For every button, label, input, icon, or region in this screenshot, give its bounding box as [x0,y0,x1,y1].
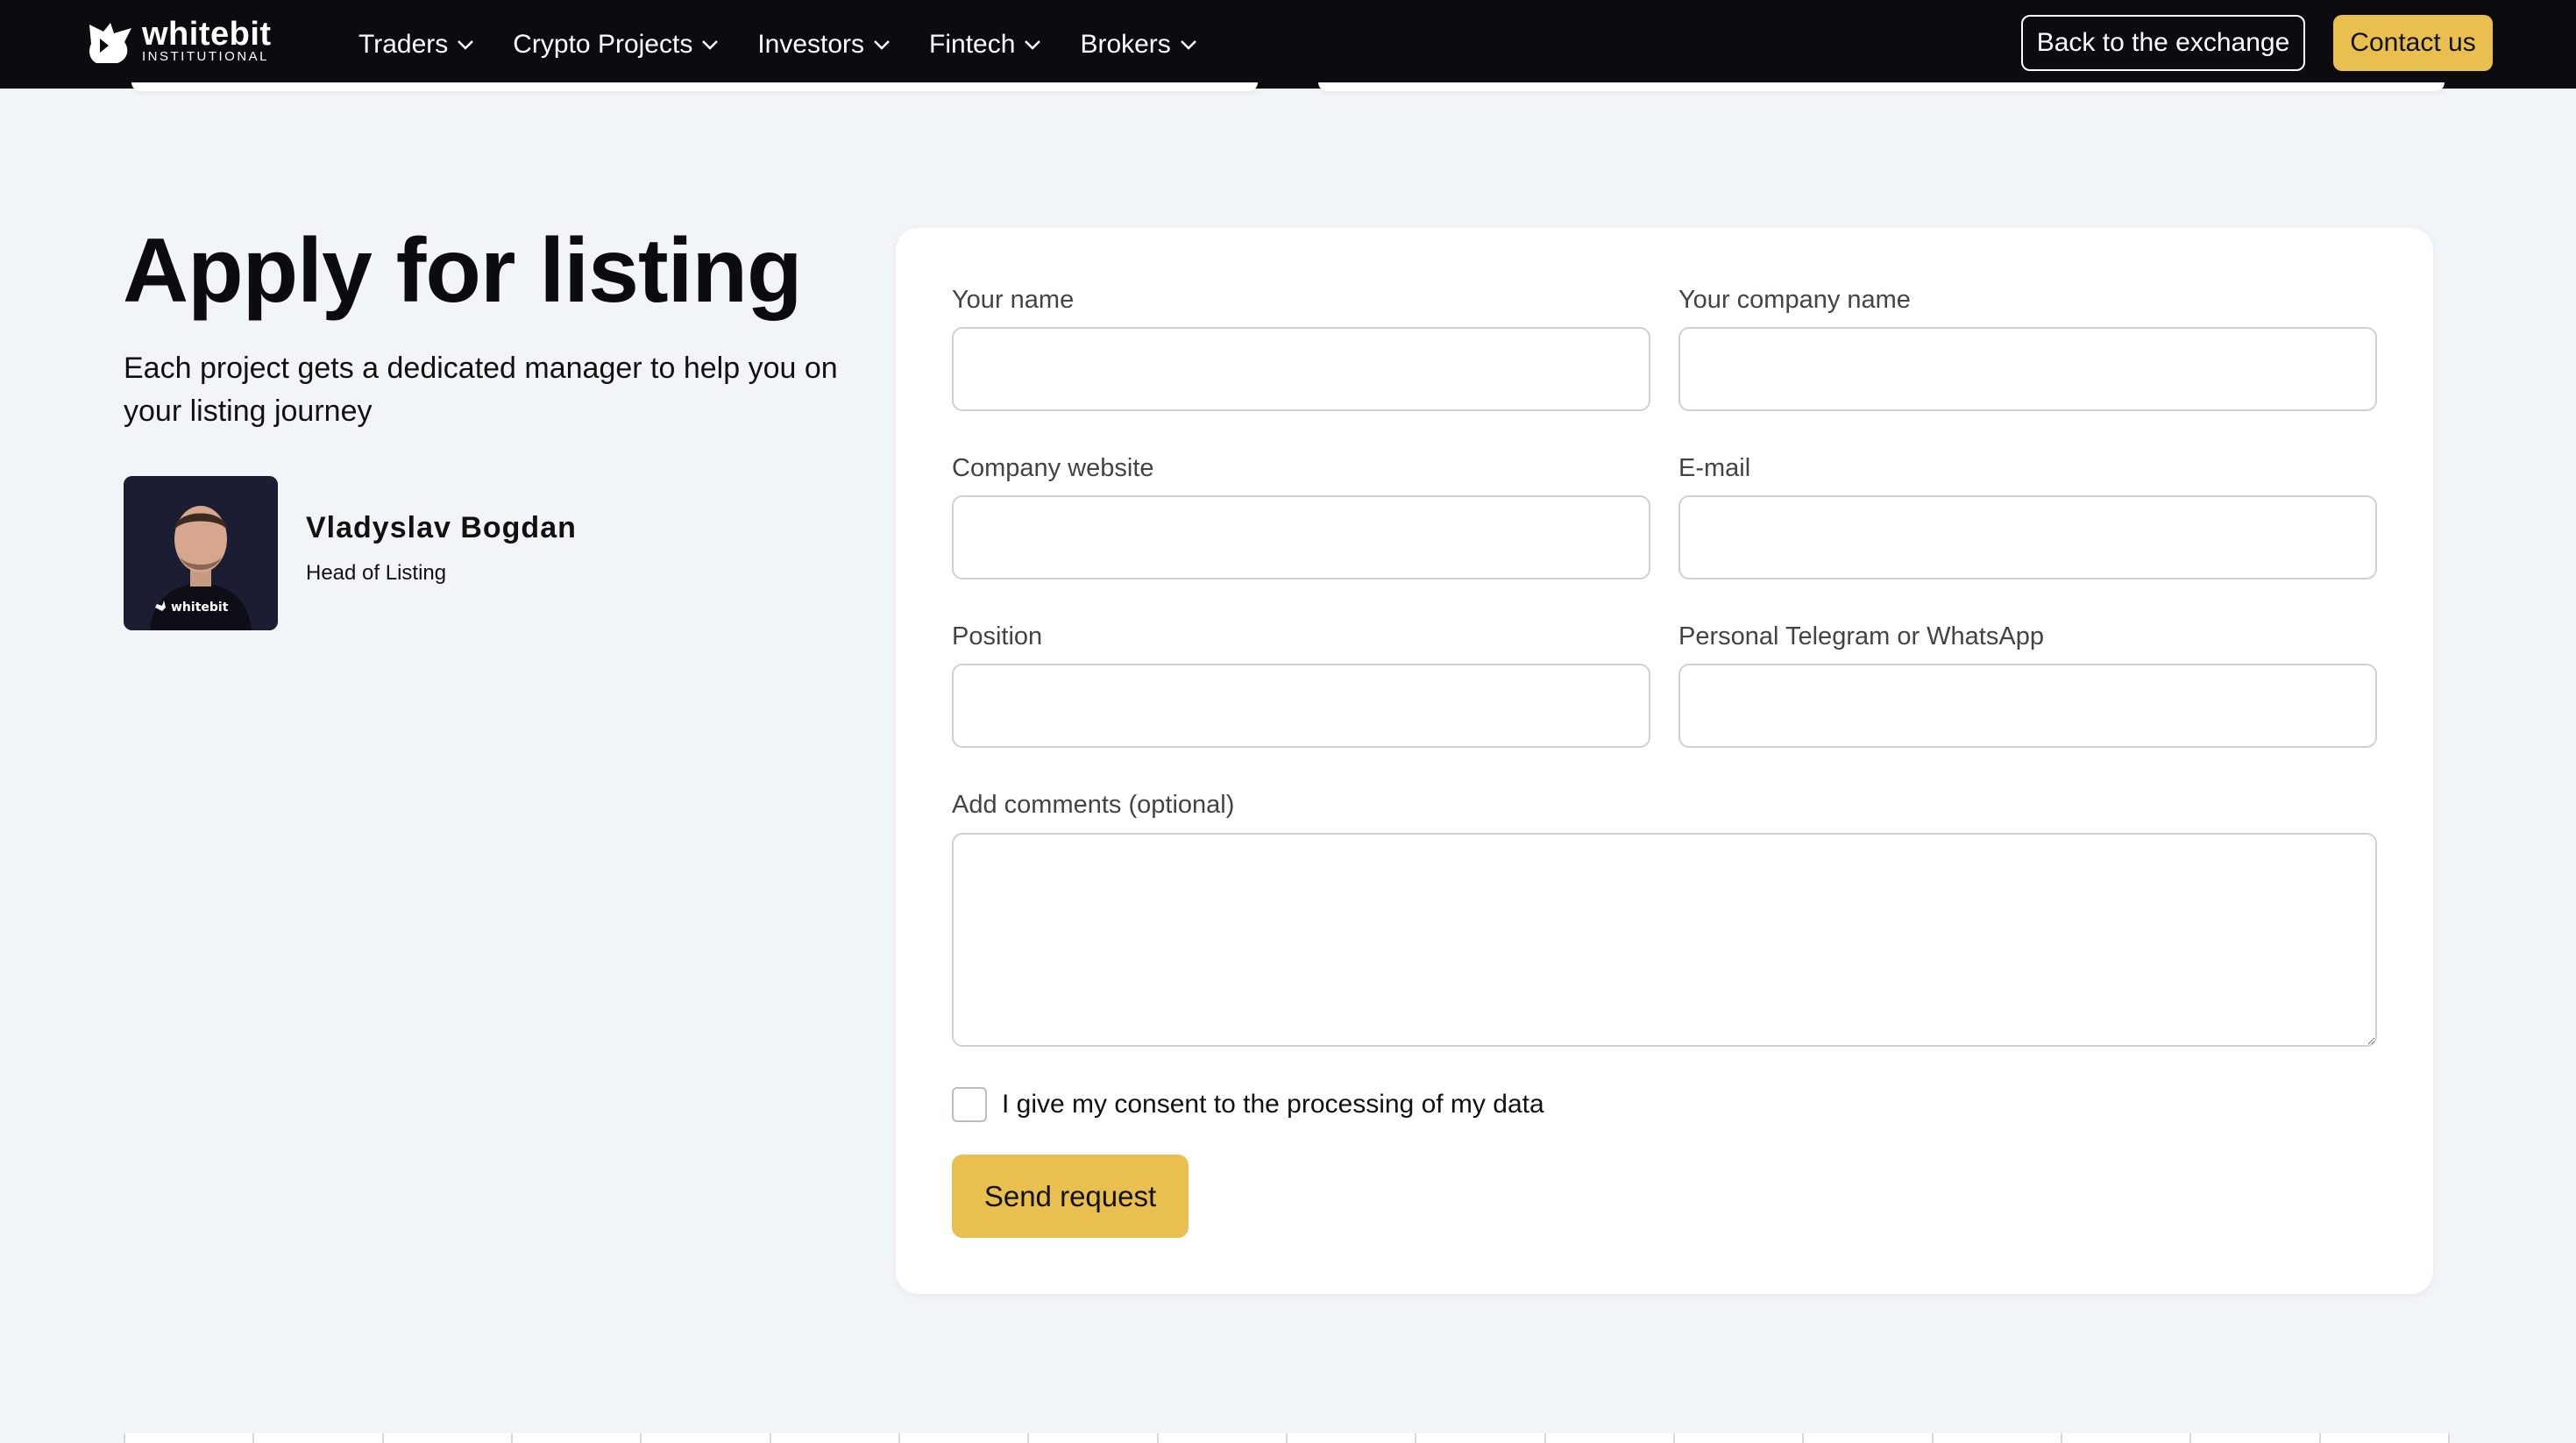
email-label: E-mail [1678,454,1751,482]
send-request-button[interactable]: Send request [952,1155,1189,1238]
consent-checkbox[interactable] [952,1087,987,1122]
logo-wordmark: whitebit [142,16,272,53]
consent-label[interactable]: I give my consent to the processing of m… [1002,1090,1544,1120]
page-subtitle: Each project gets a dedicated manager to… [124,352,838,428]
nav-item-traders[interactable]: Traders [358,30,474,60]
chevron-down-icon [702,39,719,50]
page-title: Apply for listing [123,220,803,322]
comments-textarea[interactable] [952,833,2377,1047]
previous-section-card-left [131,82,1258,91]
logo-subtitle: INSTITUTIONAL [142,49,270,64]
nav-item-label: Brokers [1080,29,1171,59]
your-name-label: Your name [952,286,1075,314]
chevron-down-icon [458,39,474,50]
nav-item-label: Traders [358,29,449,59]
manager-role: Head of Listing [306,560,447,585]
top-navbar: whitebit INSTITUTIONAL Traders Crypto Pr… [0,0,2576,89]
comments-label: Add comments (optional) [952,791,1235,819]
chevron-down-icon [1025,39,1041,50]
your-name-input[interactable] [952,327,1650,411]
next-section-strip [124,1433,2450,1443]
nav-item-brokers[interactable]: Brokers [1080,30,1196,60]
chevron-down-icon [1180,39,1196,50]
position-input[interactable] [952,664,1650,748]
whitebit-logo-icon [89,23,131,63]
nav-item-fintech[interactable]: Fintech [929,30,1041,60]
consent-row: I give my consent to the processing of m… [952,1087,1544,1122]
nav-item-label: Investors [757,29,865,59]
nav-item-investors[interactable]: Investors [757,30,891,60]
telegram-whatsapp-label: Personal Telegram or WhatsApp [1678,622,2044,650]
listing-form: Your name Your company name Company webs… [896,228,2433,1294]
back-to-exchange-button[interactable]: Back to the exchange [2021,15,2305,71]
svg-text:whitebit: whitebit [171,601,229,615]
nav-item-label: Fintech [929,29,1016,59]
whitebit-logo[interactable]: whitebit INSTITUTIONAL [84,16,272,65]
manager-photo: whitebit [124,476,278,630]
manager-name: Vladyslav Bogdan [306,510,577,544]
position-label: Position [952,622,1043,650]
avatar: whitebit [124,476,278,630]
manager-card: whitebit Vladyslav Bogdan Head of Listin… [124,476,577,630]
main-menu: Traders Crypto Projects Investors Fintec… [358,0,1236,89]
previous-section-card-right [1318,82,2445,91]
chevron-down-icon [874,39,890,50]
nav-item-label: Crypto Projects [513,29,693,59]
telegram-whatsapp-input[interactable] [1678,664,2377,748]
nav-item-crypto-projects[interactable]: Crypto Projects [513,30,719,60]
contact-us-button[interactable]: Contact us [2333,15,2493,71]
company-name-label: Your company name [1678,286,1911,314]
company-website-label: Company website [952,454,1154,482]
company-website-input[interactable] [952,495,1650,579]
company-name-input[interactable] [1678,327,2377,411]
email-field[interactable] [1678,495,2377,579]
